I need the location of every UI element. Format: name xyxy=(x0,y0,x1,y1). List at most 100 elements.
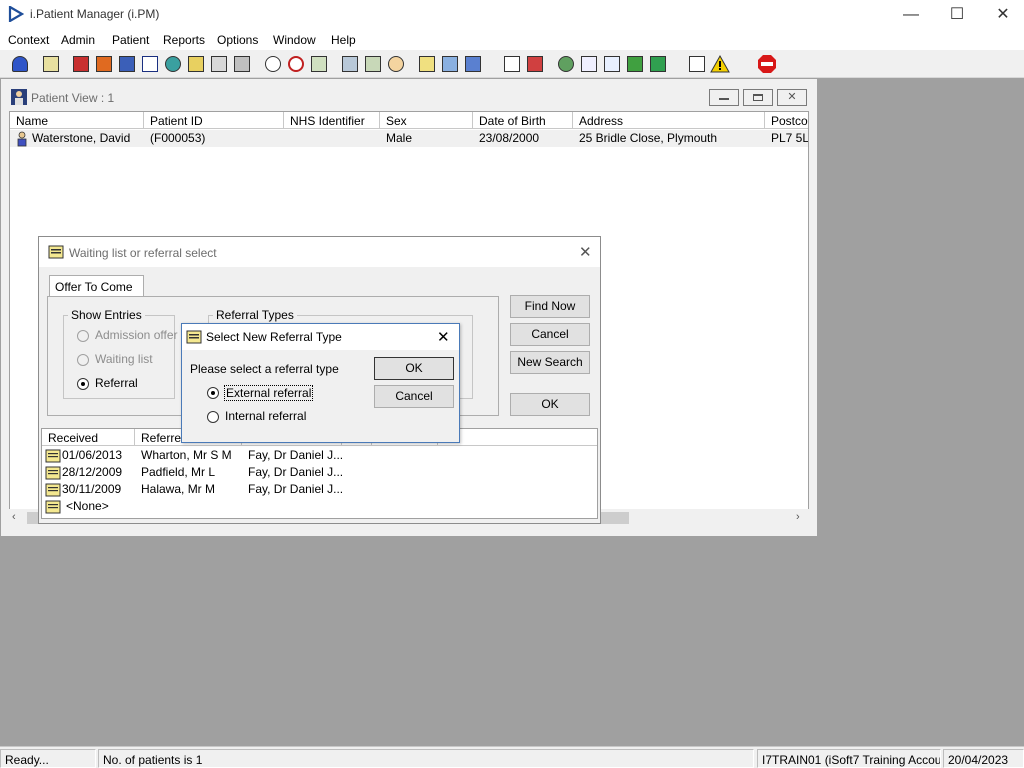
refresh-icon[interactable] xyxy=(647,53,669,75)
menu-reports[interactable]: Reports xyxy=(163,33,205,47)
find-now-button[interactable]: Find Now xyxy=(510,295,590,318)
menu-patient[interactable]: Patient xyxy=(112,33,149,47)
report-icon[interactable] xyxy=(339,53,361,75)
find-icon[interactable] xyxy=(262,53,284,75)
patient-view-title: Patient View : 1 xyxy=(31,91,115,105)
show-entries-group: Show Entries Admission offer Waiting lis… xyxy=(63,308,178,399)
referral-type-dialog-titlebar: Select New Referral Type ✕ xyxy=(182,324,459,350)
column-header-name[interactable]: Name xyxy=(10,112,144,129)
patient-view-icon xyxy=(11,89,27,105)
cell-date-of-birth: 23/08/2000 xyxy=(479,131,540,145)
warning-icon[interactable] xyxy=(709,53,731,75)
grid-received: 28/12/2009 xyxy=(62,465,123,479)
grid-received: 01/06/2013 xyxy=(62,448,123,462)
cancel-button[interactable]: Cancel xyxy=(510,323,590,346)
grid-referred: Wharton, Mr S M xyxy=(141,448,232,462)
form-icon[interactable] xyxy=(416,53,438,75)
scroll-left-icon[interactable]: ‹ xyxy=(12,511,16,523)
column-header-date-of-birth[interactable]: Date of Birth xyxy=(473,112,573,129)
internal-referral-radio[interactable] xyxy=(207,411,219,423)
referral-book-icon xyxy=(48,245,64,259)
ward-icon[interactable] xyxy=(462,53,484,75)
chart-icon[interactable] xyxy=(362,53,384,75)
grid-clinician: Fay, Dr Daniel J... xyxy=(248,448,344,462)
menu-context[interactable]: Context xyxy=(8,33,49,47)
referral-type-dialog: Select New Referral Type ✕ Please select… xyxy=(181,323,460,443)
letter-m-icon[interactable] xyxy=(139,53,161,75)
referral-icon[interactable] xyxy=(93,53,115,75)
referral-ok-button[interactable]: OK xyxy=(374,357,454,380)
schedule-icon[interactable] xyxy=(308,53,330,75)
swap-icon[interactable] xyxy=(686,53,708,75)
column-header-nhs-identifier[interactable]: NHS Identifier xyxy=(284,112,380,129)
gauge-icon[interactable] xyxy=(385,53,407,75)
external-referral-label[interactable]: External referral xyxy=(224,385,314,401)
sync-icon[interactable] xyxy=(624,53,646,75)
patient-search-icon[interactable] xyxy=(9,53,31,75)
menu-window[interactable]: Window xyxy=(273,33,316,47)
new-search-button[interactable]: New Search xyxy=(510,351,590,374)
column-header-received[interactable]: Received xyxy=(42,429,135,446)
cell-sex: Male xyxy=(386,131,413,145)
notes-icon[interactable] xyxy=(185,53,207,75)
mdi-minimize-icon[interactable] xyxy=(709,89,739,106)
bed-icon[interactable] xyxy=(439,53,461,75)
ok-button[interactable]: OK xyxy=(510,393,590,416)
status-date: 20/04/2023 xyxy=(943,749,1024,768)
close-icon[interactable]: ✕ xyxy=(980,2,1024,28)
grid-received: 30/11/2009 xyxy=(62,482,122,496)
mdi-restore-icon[interactable] xyxy=(743,89,773,106)
transport-icon[interactable] xyxy=(231,53,253,75)
menu-bar: Context Admin Patient Reports Options Wi… xyxy=(0,30,1024,50)
internal-referral-label[interactable]: Internal referral xyxy=(225,409,306,423)
clinician-icon[interactable] xyxy=(162,53,184,75)
tab-offer-to-come-in[interactable]: Offer To Come In xyxy=(49,275,144,308)
referral-label[interactable]: Referral xyxy=(95,376,138,390)
referral-row-icon xyxy=(45,466,61,480)
show-entries-label: Show Entries xyxy=(68,308,145,322)
waiting-list-dialog-titlebar: Waiting list or referral select ✕ xyxy=(39,237,600,267)
waiting-list-label: Waiting list xyxy=(95,352,153,366)
book-icon[interactable] xyxy=(70,53,92,75)
clock-icon[interactable] xyxy=(285,53,307,75)
print-icon[interactable] xyxy=(40,53,62,75)
minimize-icon[interactable]: — xyxy=(888,2,934,28)
directory-icon[interactable] xyxy=(116,53,138,75)
referral-types-label: Referral Types xyxy=(213,308,297,322)
menu-options[interactable]: Options xyxy=(217,33,258,47)
column-header-blank-4[interactable] xyxy=(438,429,597,446)
maximize-icon[interactable]: ☐ xyxy=(934,2,980,28)
network-icon[interactable] xyxy=(555,53,577,75)
statistics-icon[interactable] xyxy=(524,53,546,75)
referral-radio[interactable] xyxy=(77,378,89,390)
grid-referred: Padfield, Mr L xyxy=(141,465,216,479)
admission-offer-label: Admission offer xyxy=(95,328,178,342)
column-header-address[interactable]: Address xyxy=(573,112,765,129)
referral-row-icon xyxy=(45,449,61,463)
transfer-icon[interactable] xyxy=(601,53,623,75)
document-icon[interactable] xyxy=(501,53,523,75)
mdi-close-icon[interactable]: ✕ xyxy=(777,89,807,106)
referral-cancel-button[interactable]: Cancel xyxy=(374,385,454,408)
grid-clinician: Fay, Dr Daniel J... xyxy=(248,465,344,479)
menu-admin[interactable]: Admin xyxy=(61,33,95,47)
scroll-right-icon[interactable]: › xyxy=(796,511,800,523)
status-bar: Ready... No. of patients is 1 I7TRAIN01 … xyxy=(0,746,1024,768)
cell-address: 25 Bridle Close, Plymouth xyxy=(579,131,718,145)
referral-row-icon xyxy=(45,483,61,497)
app-logo-icon xyxy=(8,6,24,22)
checklist-icon[interactable] xyxy=(578,53,600,75)
patient-view-titlebar: Patient View : 1 ✕ xyxy=(1,79,817,115)
app-title: i.Patient Manager (i.PM) xyxy=(30,7,160,21)
dialog-close-icon[interactable]: ✕ xyxy=(579,243,592,261)
column-header-sex[interactable]: Sex xyxy=(380,112,473,129)
referral-dialog-close-icon[interactable]: ✕ xyxy=(437,328,450,346)
column-header-postcode[interactable]: Postcode xyxy=(765,112,808,129)
external-referral-radio[interactable] xyxy=(207,387,219,399)
column-header-patient-id[interactable]: Patient ID xyxy=(144,112,284,129)
status-patient-count: No. of patients is 1 xyxy=(98,749,754,768)
menu-help[interactable]: Help xyxy=(331,33,356,47)
waiting-list-dialog-title: Waiting list or referral select xyxy=(69,246,217,260)
ambulance-icon[interactable] xyxy=(208,53,230,75)
exit-icon[interactable] xyxy=(756,53,778,75)
